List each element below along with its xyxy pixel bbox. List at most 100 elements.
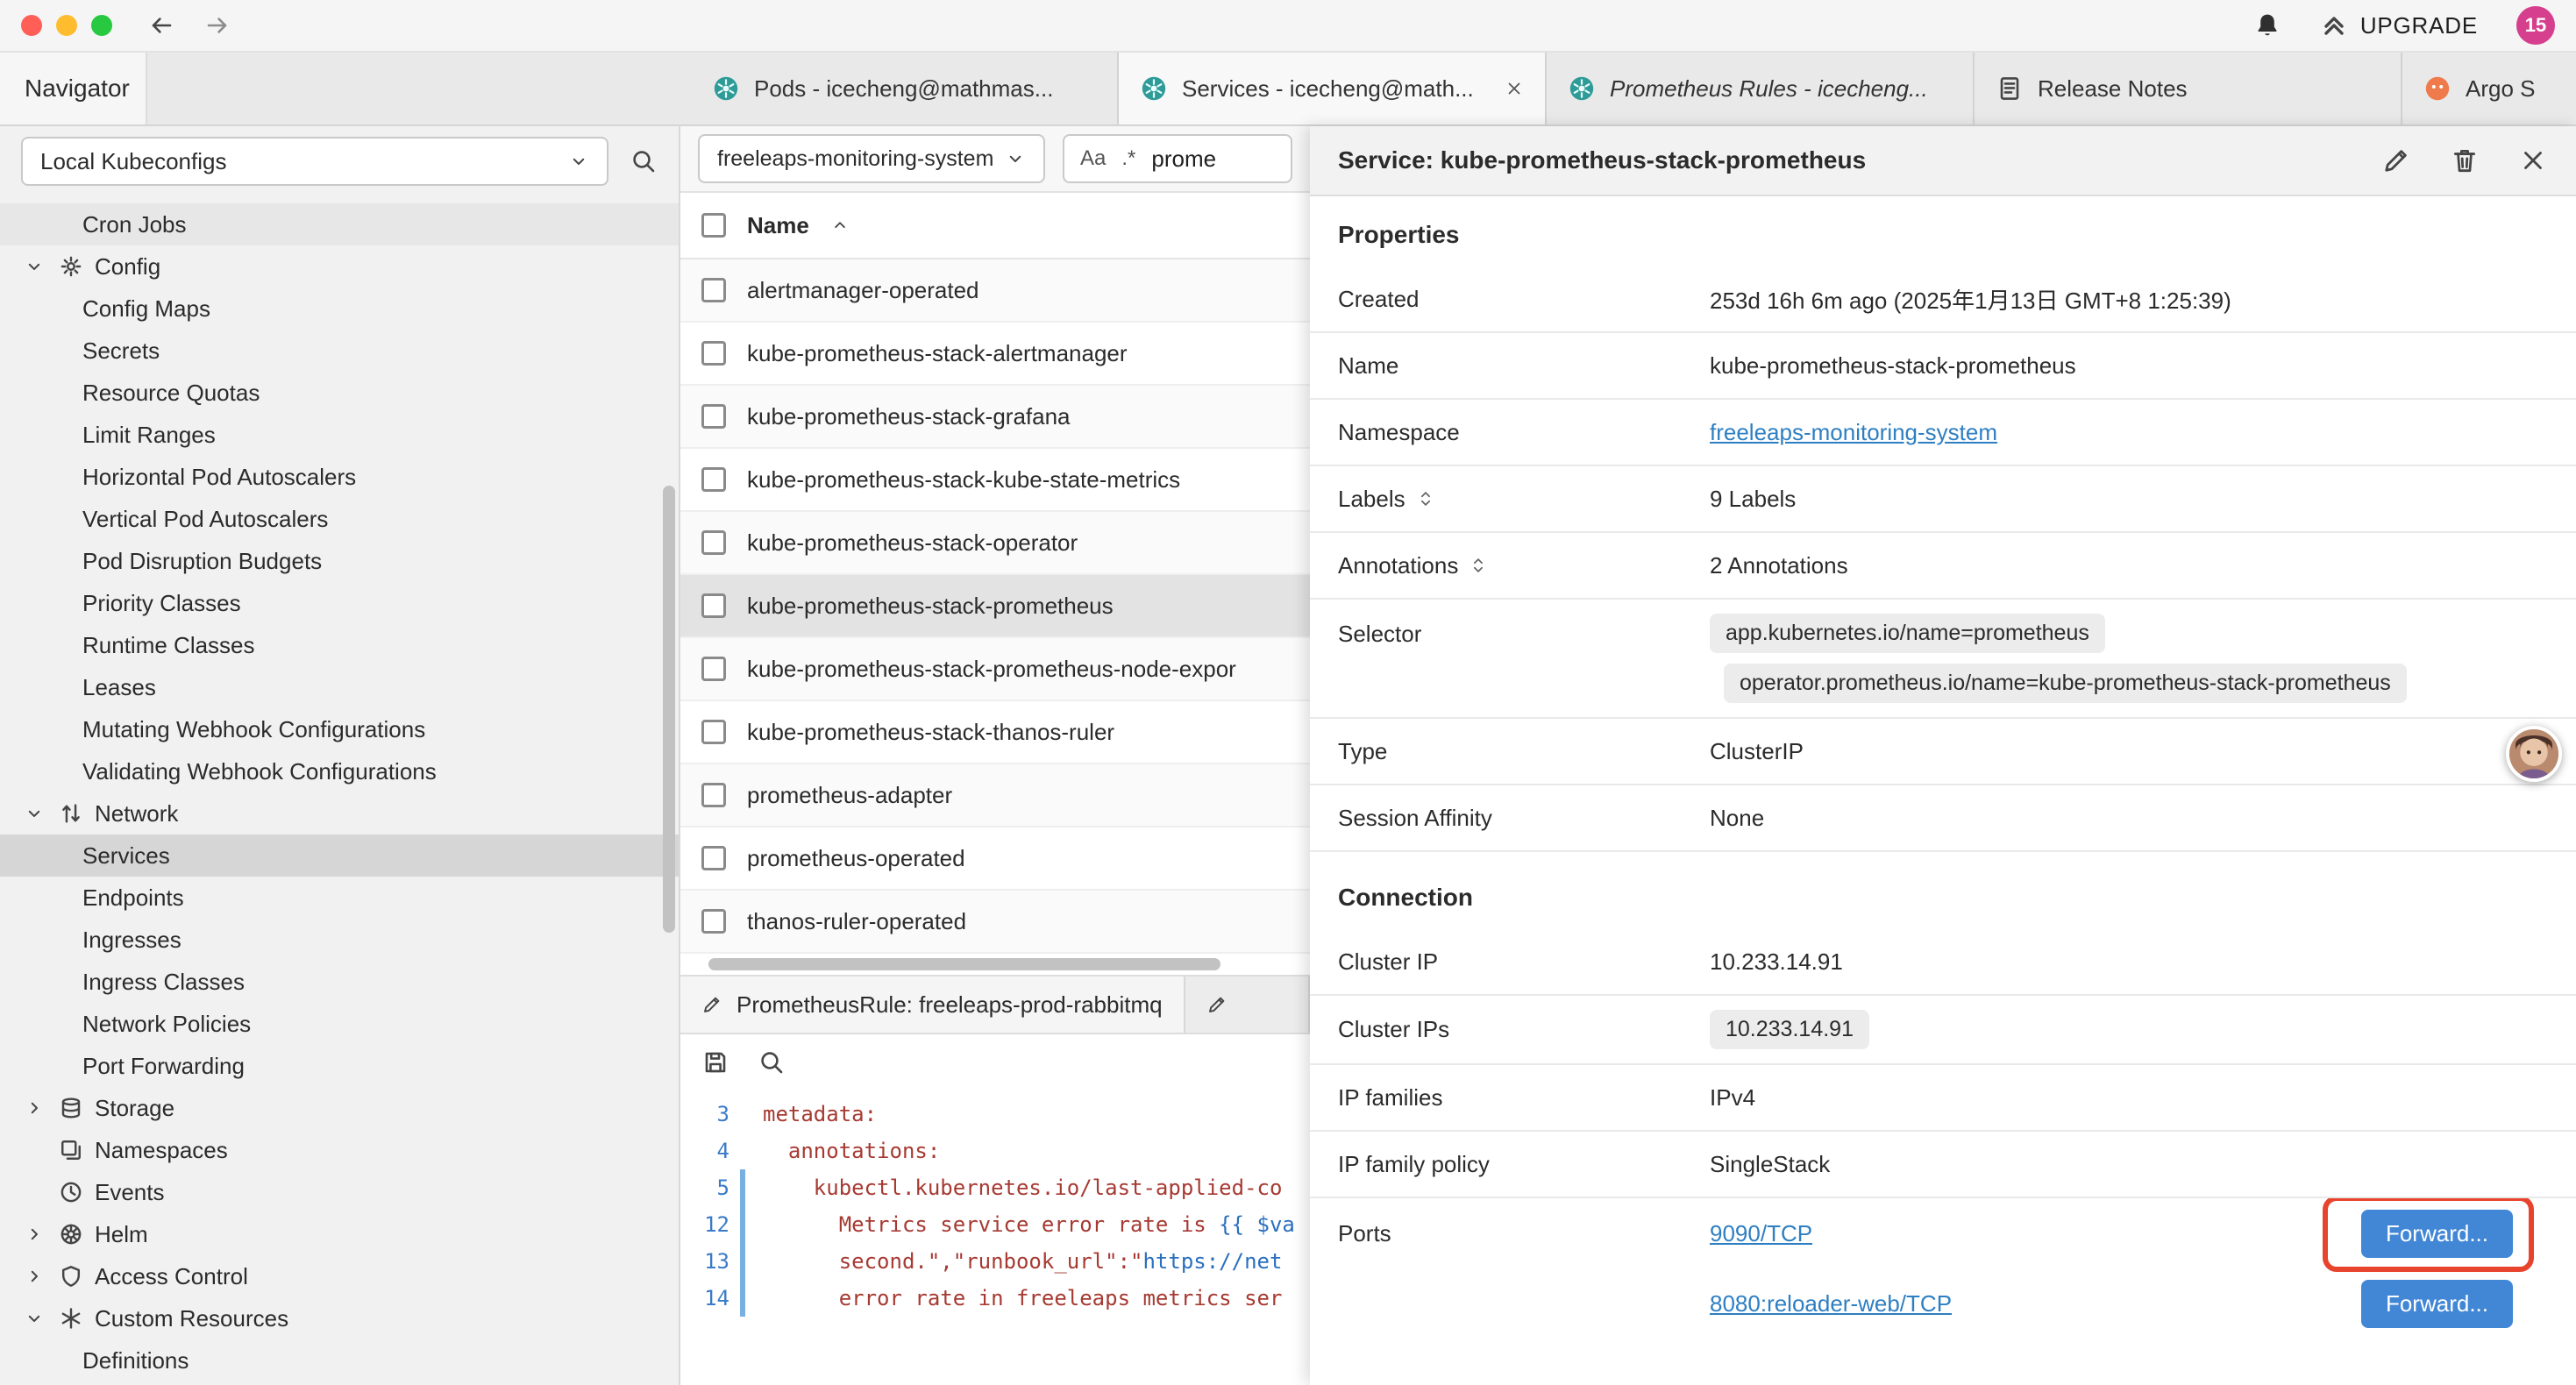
sidebar-item-namespaces[interactable]: Namespaces bbox=[0, 1129, 679, 1171]
sidebar-item-pod-disruption-budgets[interactable]: Pod Disruption Budgets bbox=[0, 540, 679, 582]
sidebar-item-secrets[interactable]: Secrets bbox=[0, 330, 679, 372]
row-checkbox[interactable] bbox=[701, 657, 726, 681]
kubeconfig-selector[interactable]: Local Kubeconfigs bbox=[21, 137, 608, 186]
forward-button[interactable]: Forward... bbox=[2361, 1280, 2513, 1328]
sidebar-item-runtime-classes[interactable]: Runtime Classes bbox=[0, 624, 679, 666]
tab-argo-s[interactable]: Argo S bbox=[2402, 53, 2576, 124]
chevron-right-icon[interactable] bbox=[21, 1266, 47, 1287]
chevron-down-icon[interactable] bbox=[21, 256, 47, 277]
row-checkbox[interactable] bbox=[701, 909, 726, 934]
namespace-selector[interactable]: freeleaps-monitoring-system bbox=[698, 134, 1045, 183]
name-column-header[interactable]: Name bbox=[747, 212, 809, 239]
sidebar-item-access-control[interactable]: Access Control bbox=[0, 1255, 679, 1297]
sidebar-item-network-policies[interactable]: Network Policies bbox=[0, 1003, 679, 1045]
editor-tab-prometheusrule-freeleaps-prod-rabbitmq[interactable]: PrometheusRule: freeleaps-prod-rabbitmq bbox=[680, 977, 1185, 1033]
sidebar-item-leases[interactable]: Leases bbox=[0, 666, 679, 708]
sidebar-item-config[interactable]: Config bbox=[0, 245, 679, 288]
back-button[interactable] bbox=[147, 11, 175, 39]
tab-pods-icecheng-mathmas[interactable]: Pods - icecheng@mathmas... bbox=[691, 53, 1119, 124]
editor-tab[interactable] bbox=[1185, 977, 1310, 1033]
user-avatar[interactable] bbox=[2506, 726, 2562, 782]
sidebar-item-cron-jobs[interactable]: Cron Jobs bbox=[0, 203, 679, 245]
port-link[interactable]: 8080:reloader-web/TCP bbox=[1710, 1290, 1952, 1318]
table-row-kube-prometheus-stack-alertmanager[interactable]: kube-prometheus-stack-alertmanager bbox=[680, 323, 1310, 386]
sidebar-item-storage[interactable]: Storage bbox=[0, 1087, 679, 1129]
tab-release-notes[interactable]: Release Notes bbox=[1975, 53, 2402, 124]
table-row-kube-prometheus-stack-prometheus[interactable]: kube-prometheus-stack-prometheus bbox=[680, 575, 1310, 638]
sidebar-item-custom-resources[interactable]: Custom Resources bbox=[0, 1297, 679, 1339]
row-checkbox[interactable] bbox=[701, 404, 726, 429]
namespace-link[interactable]: freeleaps-monitoring-system bbox=[1710, 419, 1997, 445]
sidebar-item-events[interactable]: Events bbox=[0, 1171, 679, 1213]
port-link[interactable]: 9090/TCP bbox=[1710, 1220, 1812, 1247]
sidebar-item-helm[interactable]: Helm bbox=[0, 1213, 679, 1255]
upgrade-button[interactable]: UPGRADE bbox=[2320, 11, 2478, 39]
table-row-kube-prometheus-stack-operator[interactable]: kube-prometheus-stack-operator bbox=[680, 512, 1310, 575]
row-checkbox[interactable] bbox=[701, 341, 726, 366]
table-row-prometheus-operated[interactable]: prometheus-operated bbox=[680, 827, 1310, 891]
sort-toggle-icon[interactable] bbox=[1416, 489, 1435, 508]
notification-count-badge[interactable]: 15 bbox=[2516, 6, 2555, 45]
sidebar-item-resource-quotas[interactable]: Resource Quotas bbox=[0, 372, 679, 414]
row-checkbox[interactable] bbox=[701, 530, 726, 555]
edit-button[interactable] bbox=[2381, 146, 2411, 175]
sidebar-item-services[interactable]: Services bbox=[0, 835, 679, 877]
chevron-right-icon[interactable] bbox=[21, 1224, 47, 1245]
sidebar-item-definitions[interactable]: Definitions bbox=[0, 1339, 679, 1381]
row-checkbox[interactable] bbox=[701, 278, 726, 302]
row-checkbox[interactable] bbox=[701, 593, 726, 618]
chevron-down-icon[interactable] bbox=[21, 803, 47, 824]
tab-close-button[interactable] bbox=[1505, 79, 1524, 98]
table-row-thanos-ruler-operated[interactable]: thanos-ruler-operated bbox=[680, 891, 1310, 954]
row-checkbox[interactable] bbox=[701, 720, 726, 744]
forward-button[interactable]: Forward... bbox=[2361, 1210, 2513, 1258]
service-name: prometheus-adapter bbox=[747, 782, 952, 809]
table-row-kube-prometheus-stack-grafana[interactable]: kube-prometheus-stack-grafana bbox=[680, 386, 1310, 449]
sidebar-item-ingresses[interactable]: Ingresses bbox=[0, 919, 679, 961]
row-checkbox[interactable] bbox=[701, 846, 726, 870]
sidebar-item-ingress-classes[interactable]: Ingress Classes bbox=[0, 961, 679, 1003]
row-checkbox[interactable] bbox=[701, 783, 726, 807]
sidebar-item-port-forwarding[interactable]: Port Forwarding bbox=[0, 1045, 679, 1087]
sort-toggle-icon[interactable] bbox=[1469, 556, 1488, 575]
sidebar-scrollbar-thumb[interactable] bbox=[663, 486, 675, 933]
sidebar-item-endpoints[interactable]: Endpoints bbox=[0, 877, 679, 919]
field-label: Namespace bbox=[1338, 419, 1710, 446]
sidebar-search-button[interactable] bbox=[630, 147, 658, 175]
list-search-input[interactable]: Aa .* prome bbox=[1063, 134, 1292, 183]
sidebar-item-priority-classes[interactable]: Priority Classes bbox=[0, 582, 679, 624]
property-row-type: TypeClusterIP bbox=[1310, 719, 2576, 785]
horizontal-scrollbar-thumb[interactable] bbox=[708, 958, 1220, 970]
row-checkbox[interactable] bbox=[701, 467, 726, 492]
tab-services-icecheng-math[interactable]: Services - icecheng@math... bbox=[1119, 53, 1547, 124]
sidebar-item-config-maps[interactable]: Config Maps bbox=[0, 288, 679, 330]
navigator-panel-tab[interactable]: Navigator bbox=[0, 53, 147, 124]
notifications-bell-icon[interactable] bbox=[2253, 11, 2281, 39]
chevron-right-icon[interactable] bbox=[21, 1097, 47, 1119]
table-row-kube-prometheus-stack-thanos-ruler[interactable]: kube-prometheus-stack-thanos-ruler bbox=[680, 701, 1310, 764]
editor-search-button[interactable] bbox=[758, 1048, 786, 1076]
table-row-kube-prometheus-stack-kube-state-metrics[interactable]: kube-prometheus-stack-kube-state-metrics bbox=[680, 449, 1310, 512]
tab-prometheus-rules-icecheng[interactable]: Prometheus Rules - icecheng... bbox=[1547, 53, 1975, 124]
sidebar-item-vertical-pod-autoscalers[interactable]: Vertical Pod Autoscalers bbox=[0, 498, 679, 540]
window-close-button[interactable] bbox=[21, 15, 42, 36]
table-row-kube-prometheus-stack-prometheus-node-expor[interactable]: kube-prometheus-stack-prometheus-node-ex… bbox=[680, 638, 1310, 701]
forward-button[interactable] bbox=[203, 11, 231, 39]
yaml-editor[interactable]: 3metadata:4 annotations:5 kubectl.kubern… bbox=[680, 1090, 1310, 1385]
sidebar-item-network[interactable]: Network bbox=[0, 792, 679, 835]
sidebar-item-validating-webhook-configurations[interactable]: Validating Webhook Configurations bbox=[0, 750, 679, 792]
window-minimize-button[interactable] bbox=[56, 15, 77, 36]
table-row-alertmanager-operated[interactable]: alertmanager-operated bbox=[680, 259, 1310, 323]
chevron-down-icon[interactable] bbox=[21, 1308, 47, 1329]
sidebar-item-mutating-webhook-configurations[interactable]: Mutating Webhook Configurations bbox=[0, 708, 679, 750]
sidebar-item-limit-ranges[interactable]: Limit Ranges bbox=[0, 414, 679, 456]
save-button[interactable] bbox=[701, 1048, 729, 1076]
delete-button[interactable] bbox=[2450, 146, 2480, 175]
sidebar-item-horizontal-pod-autoscalers[interactable]: Horizontal Pod Autoscalers bbox=[0, 456, 679, 498]
regex-toggle[interactable]: .* bbox=[1121, 146, 1135, 171]
match-case-toggle[interactable]: Aa bbox=[1080, 146, 1106, 171]
select-all-checkbox[interactable] bbox=[701, 213, 726, 238]
close-drawer-button[interactable] bbox=[2518, 146, 2548, 175]
table-row-prometheus-adapter[interactable]: prometheus-adapter bbox=[680, 764, 1310, 827]
window-zoom-button[interactable] bbox=[91, 15, 112, 36]
